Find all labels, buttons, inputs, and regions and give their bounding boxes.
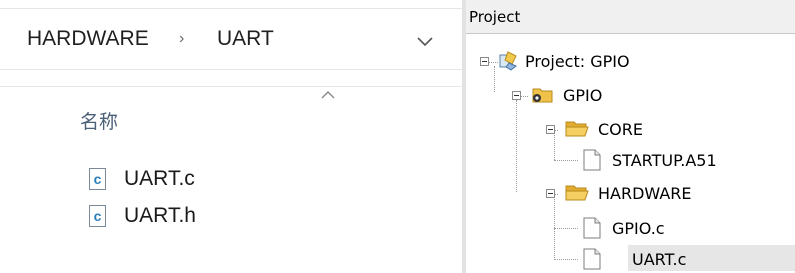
c-source-file-icon: c xyxy=(89,205,106,227)
file-row-uart-h[interactable]: c UART.h xyxy=(80,203,380,233)
collapse-toggle-icon[interactable] xyxy=(512,91,521,100)
breadcrumb-hardware[interactable]: HARDWARE xyxy=(27,27,149,51)
file-row-uart-c[interactable]: c UART.c xyxy=(80,166,380,196)
tree-node-group-hardware[interactable]: HARDWARE xyxy=(598,184,692,203)
tree-connector xyxy=(554,135,555,160)
tree-node-group-core[interactable]: CORE xyxy=(598,120,643,139)
folder-open-icon xyxy=(565,185,589,201)
breadcrumb-separator-icon[interactable]: › xyxy=(179,30,184,48)
column-header-name[interactable]: 名称 xyxy=(80,107,118,134)
file-icon xyxy=(583,248,601,270)
chevron-down-icon[interactable] xyxy=(414,35,436,49)
file-icon xyxy=(583,217,601,239)
tree-connector xyxy=(494,66,495,92)
tree-connector xyxy=(554,228,578,229)
project-panel-header: Project xyxy=(466,0,795,34)
collapse-toggle-icon[interactable] xyxy=(546,189,555,198)
svg-text:c: c xyxy=(94,171,102,187)
collapse-toggle-icon[interactable] xyxy=(546,125,555,134)
tree-node-file-uart[interactable]: UART.c xyxy=(632,250,686,269)
list-divider xyxy=(0,86,462,87)
folder-open-icon xyxy=(565,121,589,137)
collapse-toggle-icon[interactable] xyxy=(480,57,489,66)
c-source-file-icon: c xyxy=(89,168,106,190)
tree-connector xyxy=(554,160,578,161)
address-bar[interactable]: HARDWARE › UART xyxy=(0,8,462,70)
target-folder-icon xyxy=(532,88,553,103)
tree-connector xyxy=(554,259,578,260)
file-name: UART.h xyxy=(124,204,196,227)
file-name: UART.c xyxy=(124,167,195,190)
sort-ascending-icon[interactable] xyxy=(320,90,336,100)
tree-node-project[interactable]: Project: GPIO xyxy=(525,52,630,71)
panel-title: Project xyxy=(469,8,521,26)
tree-connector xyxy=(554,199,555,260)
file-explorer: HARDWARE › UART 名称 c UART.c c UART.h xyxy=(0,0,462,273)
project-panel: Project Project: GPIO GPIO CORE STARTUP.… xyxy=(466,0,795,273)
breadcrumb-uart[interactable]: UART xyxy=(217,27,274,51)
tree-connector xyxy=(520,96,528,97)
file-icon xyxy=(583,149,601,171)
svg-text:c: c xyxy=(94,208,102,224)
tree-connector xyxy=(516,100,517,192)
project-icon xyxy=(499,51,517,71)
tree-node-file-gpio[interactable]: GPIO.c xyxy=(612,219,665,238)
tree-node-file-startup[interactable]: STARTUP.A51 xyxy=(612,151,717,170)
tree-node-target[interactable]: GPIO xyxy=(563,86,602,105)
